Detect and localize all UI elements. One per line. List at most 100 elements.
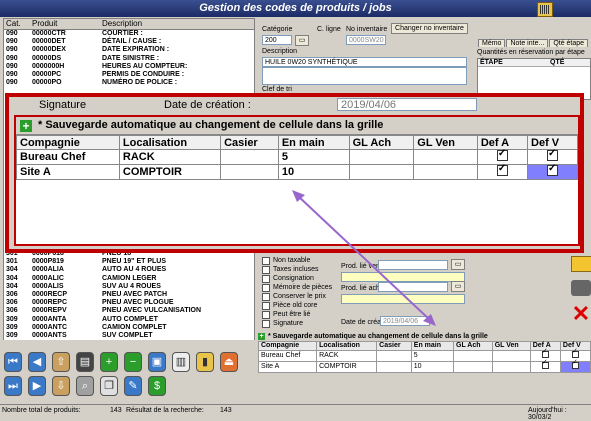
grid-cell-en-main[interactable]: 5: [410, 350, 455, 362]
grid-row[interactable]: Site A COMPTOIR 10: [16, 163, 578, 180]
grid-row[interactable]: Bureau Chef RACK 5: [257, 348, 591, 362]
grid-cell-def-a[interactable]: [476, 163, 529, 180]
checkbox-icon[interactable]: [262, 265, 270, 274]
grid-cell-gl-ach[interactable]: [348, 164, 415, 180]
product-rows-lower[interactable]: 301 0000P618 PNEU 18 301 0000P819 PNEU 19" ET…: [3, 250, 255, 340]
grid-cell-localisation[interactable]: COMPTOIR: [316, 361, 378, 373]
checkbox-icon[interactable]: [571, 348, 579, 358]
description-field[interactable]: HUILE 0W20 SYNTHÉTIQUE: [262, 57, 467, 67]
checkbox-icon[interactable]: [262, 283, 270, 292]
grid-cell-casier[interactable]: [376, 350, 412, 362]
col-description[interactable]: Description: [102, 19, 254, 29]
grid-column-header[interactable]: En main: [410, 341, 455, 351]
checkbox-icon[interactable]: [262, 274, 270, 283]
dollar-icon[interactable]: $: [148, 376, 166, 396]
table-row[interactable]: 090 00000PO NUMÉRO DE POLICE :: [4, 79, 254, 87]
add-icon[interactable]: +: [100, 352, 118, 372]
inventory-grid[interactable]: Compagnie Localisation Casier En main GL Ach…: [257, 341, 591, 373]
remove-icon[interactable]: −: [124, 352, 142, 372]
delete-icon[interactable]: ✕: [571, 303, 591, 325]
grid-column-header[interactable]: Casier: [220, 135, 279, 150]
prod-lie-vente-field[interactable]: [378, 260, 448, 270]
grid-cell-localisation[interactable]: COMPTOIR: [118, 164, 222, 180]
description-extra-field[interactable]: [262, 67, 467, 85]
checkbox-icon[interactable]: [496, 148, 508, 161]
table-row[interactable]: 090 00000PC PERMIS DE CONDUIRE :: [4, 71, 254, 79]
table-row[interactable]: 309 0000ANTA AUTO COMPLET: [4, 316, 254, 324]
barcode-icon[interactable]: ▮: [196, 352, 214, 372]
grid-column-header[interactable]: En main: [277, 135, 350, 150]
prod-lie-vente-lookup[interactable]: ▭: [451, 259, 465, 270]
grid-column-header[interactable]: GL Ach: [453, 341, 493, 351]
grid-column-header[interactable]: GL Ven: [491, 341, 531, 351]
grid-cell-compagnie[interactable]: Site A: [257, 361, 318, 373]
checkbox-icon[interactable]: [547, 148, 558, 161]
grid-cell-localisation[interactable]: RACK: [316, 350, 378, 362]
checkbox-icon[interactable]: [262, 256, 270, 265]
prod-lie-achat-field[interactable]: [378, 282, 448, 292]
save-icon[interactable]: ▣: [148, 352, 166, 372]
grid-cell-def-v[interactable]: [527, 163, 578, 180]
copy-icon[interactable]: ❐: [100, 376, 118, 396]
previous-record-icon[interactable]: ◀: [28, 352, 46, 372]
categorie-lookup-button[interactable]: ▭: [295, 35, 309, 46]
table-row[interactable]: 090 0000000H HEURES AU COMPTEUR:: [4, 63, 254, 71]
col-cat[interactable]: Cat.: [4, 19, 32, 29]
option-checkbox[interactable]: Conserver le prix: [262, 292, 337, 301]
table-row[interactable]: 301 0000P819 PNEU 19" ET PLUS: [4, 258, 254, 266]
table-row[interactable]: 090 00000CTR COURTIER :: [4, 30, 254, 38]
grid-column-header[interactable]: Compagnie: [16, 135, 120, 150]
grid-cell-localisation[interactable]: RACK: [118, 149, 222, 165]
print-icon[interactable]: ▤: [76, 352, 94, 372]
prod-lie-achat-lookup[interactable]: ▭: [451, 281, 465, 292]
table-row[interactable]: 090 00000DET DÉTAIL / CAUSE :: [4, 38, 254, 46]
exit-icon[interactable]: ⏏: [220, 352, 238, 372]
table-row[interactable]: 309 0000ANTS SUV COMPLET: [4, 332, 254, 340]
option-checkbox[interactable]: Taxes incluses: [262, 265, 337, 274]
grid-cell-casier[interactable]: [376, 361, 412, 373]
grid-cell-en-main[interactable]: 5: [277, 149, 350, 165]
grid-row[interactable]: Bureau Chef RACK 5: [16, 148, 578, 165]
grid-cell-gl-ach[interactable]: [348, 149, 415, 165]
grid-cell-en-main[interactable]: 10: [277, 164, 350, 180]
checkbox-icon[interactable]: [571, 359, 579, 369]
last-record-icon[interactable]: ⏭: [4, 376, 22, 396]
checkbox-icon[interactable]: [496, 163, 508, 176]
grid-cell-compagnie[interactable]: Site A: [16, 164, 120, 180]
checkbox-icon[interactable]: [541, 359, 549, 369]
grid-cell-compagnie[interactable]: Bureau Chef: [16, 149, 120, 165]
table-row[interactable]: 306 0000REPC PNEU AVEC PLOGUE: [4, 299, 254, 307]
checkbox-icon[interactable]: [262, 310, 270, 319]
no-inventaire-field[interactable]: 0000SW20: [346, 35, 386, 45]
col-produit[interactable]: Produit: [32, 19, 102, 29]
table-row[interactable]: 304 0000ALIC CAMION LEGER: [4, 275, 254, 283]
option-checkbox[interactable]: Signature: [262, 319, 337, 328]
grid-cell-gl-ach[interactable]: [453, 361, 493, 373]
table-row[interactable]: 309 0000ANTC CAMION COMPLET: [4, 324, 254, 332]
option-checkbox[interactable]: Mémoire de pièces: [262, 283, 337, 292]
option-checkbox[interactable]: Consignation: [262, 274, 337, 283]
grid-column-header[interactable]: Localisation: [316, 341, 378, 351]
checkbox-icon[interactable]: [262, 301, 270, 310]
document-icon[interactable]: ▥: [172, 352, 190, 372]
grid-cell-gl-ven[interactable]: [413, 149, 478, 165]
checkbox-icon[interactable]: [262, 319, 270, 328]
table-row[interactable]: 090 00000DEX DATE EXPIRATION :: [4, 46, 254, 54]
option-checkbox[interactable]: Peut être lié: [262, 310, 337, 319]
camera-icon[interactable]: [571, 280, 591, 296]
grid-cell-casier[interactable]: [220, 149, 279, 165]
grid-cell-gl-ven[interactable]: [491, 350, 531, 362]
tab-note-interne[interactable]: Note inte...: [506, 39, 549, 47]
option-checkbox[interactable]: Pièce old core: [262, 301, 337, 310]
grid-column-header[interactable]: Casier: [376, 341, 412, 351]
search-icon[interactable]: ⌕: [76, 376, 94, 396]
table-row[interactable]: 090 00000DS DATE SINISTRE :: [4, 55, 254, 63]
table-row[interactable]: 304 0000ALIS SUV AU 4 ROUES: [4, 283, 254, 291]
tab-qte-etape[interactable]: Qté étape: [549, 39, 589, 47]
grid-cell-gl-ven[interactable]: [413, 164, 478, 180]
grid-cell-def-a[interactable]: [529, 359, 561, 373]
add-row-icon[interactable]: +: [258, 333, 265, 340]
zoom-inventory-grid[interactable]: Compagnie Localisation Casier En main GL Ach…: [16, 135, 578, 180]
grid-cell-def-v[interactable]: [559, 359, 591, 373]
grid-column-header[interactable]: GL Ach: [348, 135, 415, 150]
